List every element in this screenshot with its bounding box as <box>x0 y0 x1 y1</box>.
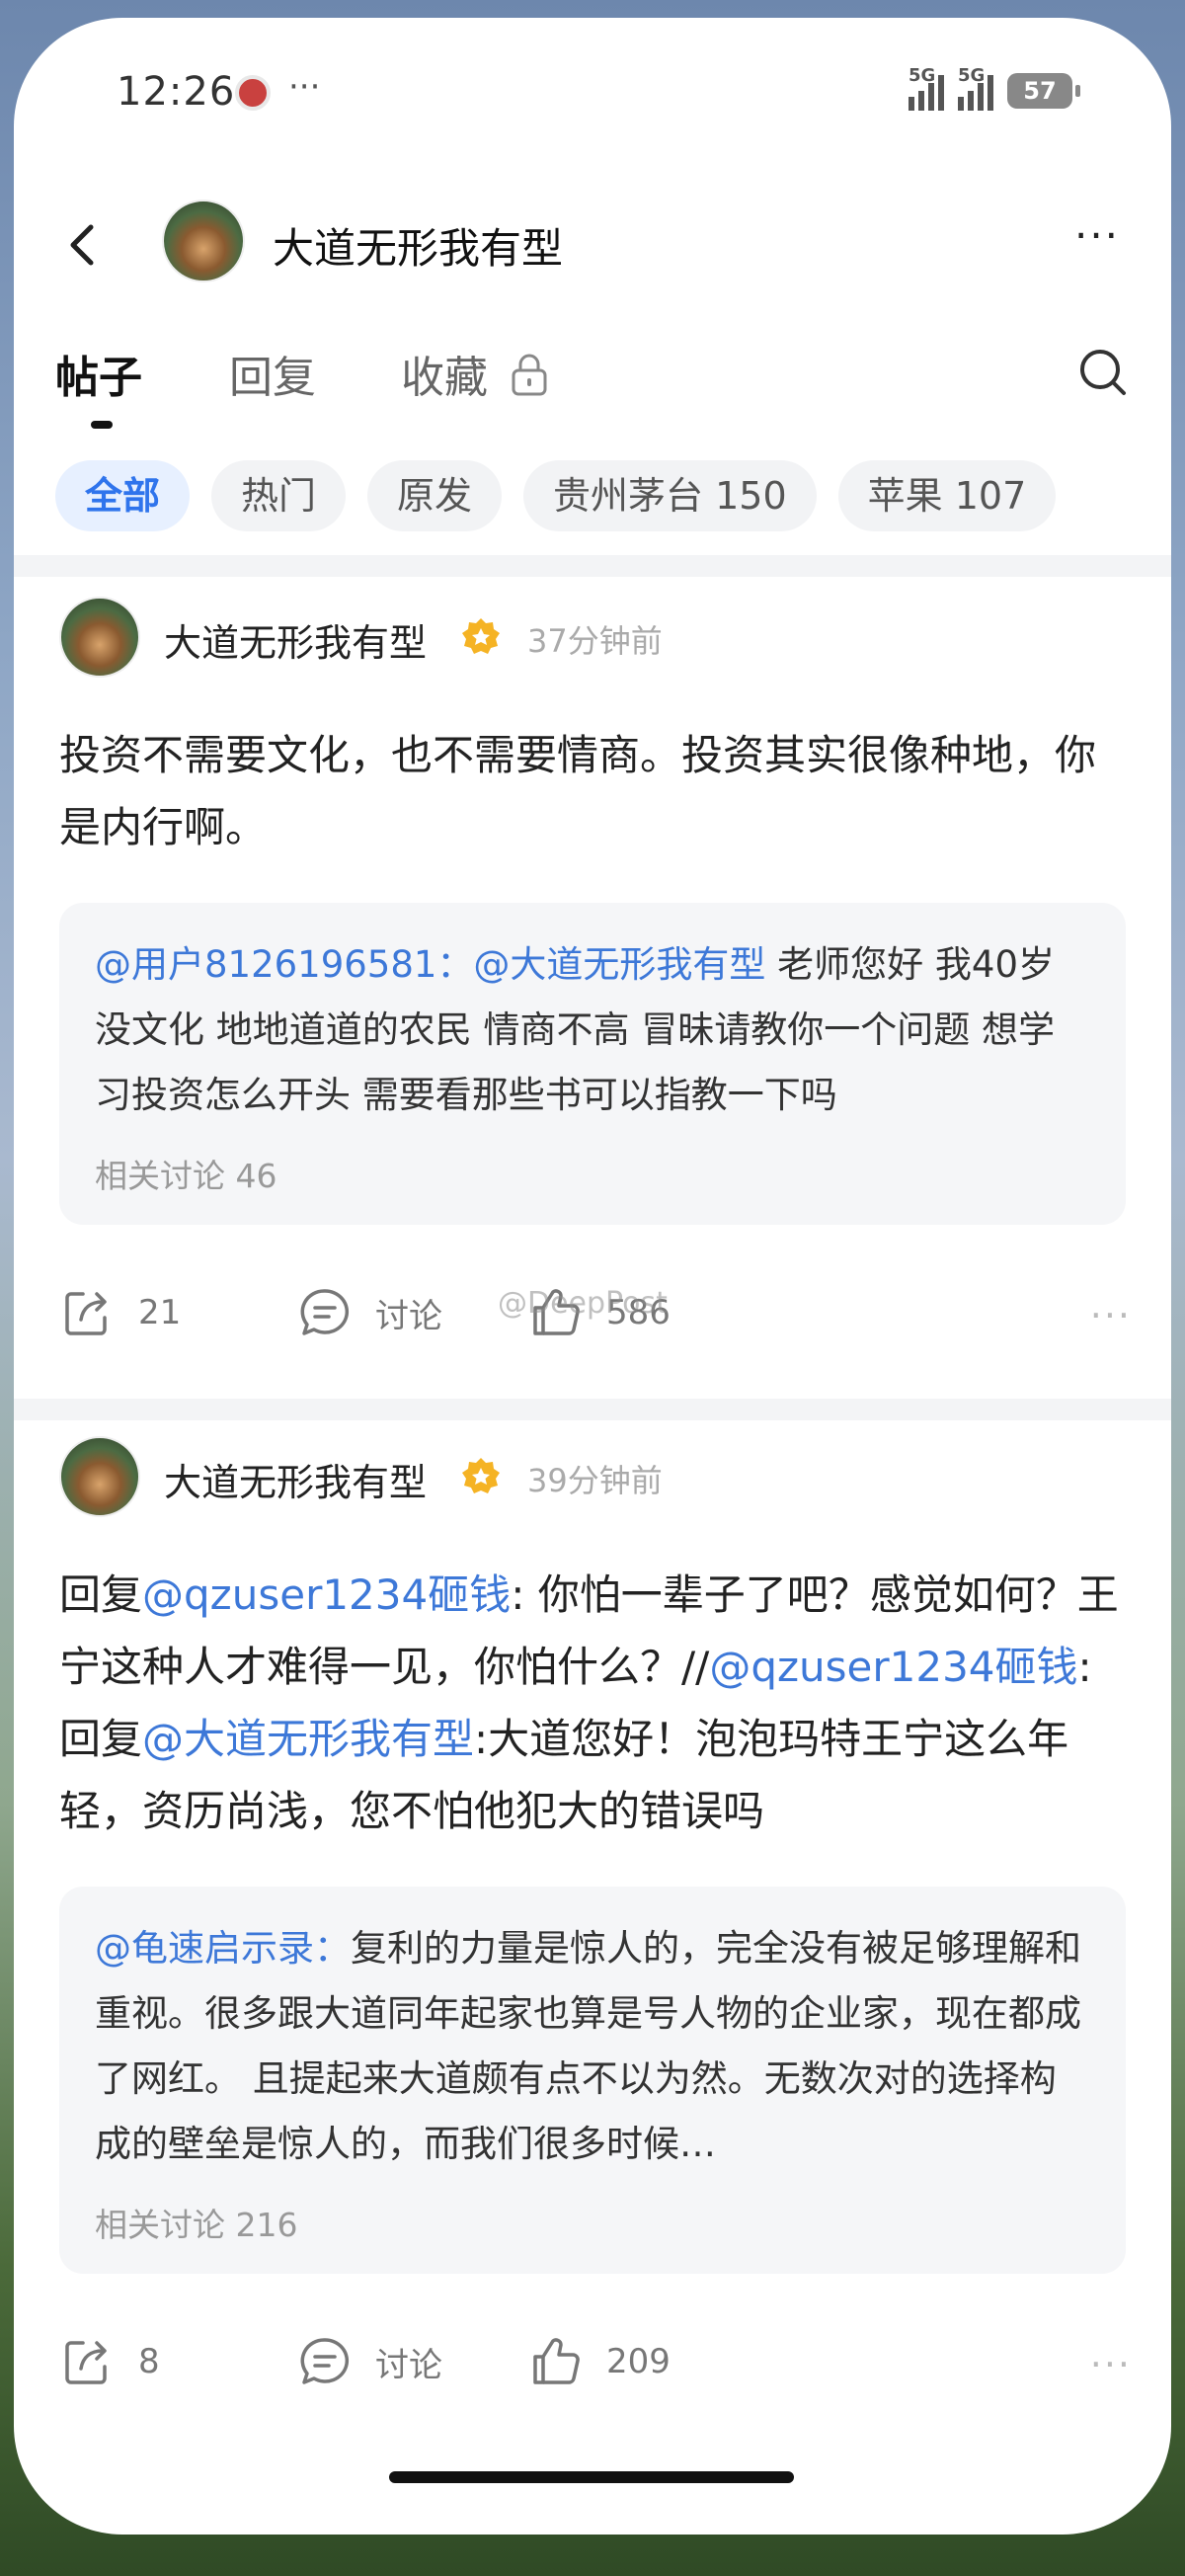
watermark: @DeepPost <box>498 1286 668 1321</box>
post-card[interactable]: 大道无形我有型 37分钟前 投资不需要文化，也不需要情商。投资其实很像种地，你是… <box>14 597 1171 1361</box>
share-count: 21 <box>138 1293 182 1332</box>
post-time: 39分钟前 <box>527 1462 663 1499</box>
avatar[interactable] <box>59 1436 140 1517</box>
chevron-left-icon <box>70 224 94 266</box>
quote-text: @龟速启示录：复利的力量是惊人的，完全没有被足够理解和重视。很多跟大道同年起家也… <box>95 1927 1081 2165</box>
tab-favorites-label: 收藏 <box>401 353 488 403</box>
chip-apple[interactable]: 苹果 107 <box>837 460 1057 531</box>
tab-favorites[interactable]: 收藏 <box>401 342 549 405</box>
post-actions: 8 讨论 209 ··· <box>14 2321 1171 2410</box>
avatar[interactable] <box>59 597 140 678</box>
back-button[interactable] <box>53 215 113 275</box>
tab-bar: 帖子 回复 收藏 <box>14 332 1171 441</box>
status-more-dots: ··· <box>288 67 321 107</box>
verified-badge-icon <box>462 618 500 654</box>
search-icon <box>1080 350 1126 395</box>
signal-icon: 5G <box>908 65 944 111</box>
chip-hot[interactable]: 热门 <box>211 460 347 531</box>
lock-icon <box>512 354 547 396</box>
quoted-post[interactable]: @龟速启示录：复利的力量是惊人的，完全没有被足够理解和重视。很多跟大道同年起家也… <box>59 1887 1126 2274</box>
verified-badge-icon <box>462 1458 500 1493</box>
mention-link[interactable]: @龟速启示录： <box>95 1927 351 1970</box>
notification-app-icon <box>235 75 271 111</box>
mention-link[interactable]: @用户8126196581：@大道无形我有型 <box>95 943 765 986</box>
section-divider <box>14 555 1171 577</box>
share-button[interactable]: 8 <box>59 2333 160 2390</box>
post-author[interactable]: 大道无形我有型 <box>164 612 427 667</box>
thumbs-up-icon <box>533 2338 580 2384</box>
post-card[interactable]: 大道无形我有型 39分钟前 回复@qzuser1234砸钱: 你怕一辈子了吧？感… <box>14 1436 1171 2410</box>
post-more-button[interactable]: ··· <box>1090 2343 1132 2386</box>
quote-text: @用户8126196581：@大道无形我有型 老师您好 我40岁 没文化 地地道… <box>95 943 1056 1116</box>
mention-link[interactable]: @qzuser1234砸钱 <box>709 1643 1077 1691</box>
post-text: 回复@qzuser1234砸钱: 你怕一辈子了吧？感觉如何？王宁这种人才难得一见… <box>59 1570 1119 1835</box>
page-title: 大道无形我有型 <box>273 224 564 273</box>
post-actions: 21 讨论 586 @DeepPost ··· <box>14 1272 1171 1361</box>
tab-underline <box>91 421 113 429</box>
profile-header: 大道无形我有型 ··· <box>14 186 1171 304</box>
phone-screen: 12:26 ··· 5G 5G 57 大道无形我有型 ··· 帖子 回复 收藏 <box>14 18 1171 2535</box>
discuss-button[interactable]: 讨论 <box>296 1284 442 1341</box>
filter-chips: 全部 热门 原发 贵州茅台 150 苹果 107 <box>55 460 1171 535</box>
like-button[interactable]: 209 <box>527 2333 671 2390</box>
tab-replies[interactable]: 回复 <box>229 342 316 405</box>
home-indicator[interactable] <box>389 2471 794 2483</box>
post-text: 投资不需要文化，也不需要情商。投资其实很像种地，你是内行啊。 <box>59 731 1097 851</box>
avatar[interactable] <box>162 200 245 282</box>
comment-icon <box>300 1289 350 1335</box>
search-button[interactable] <box>1072 342 1136 405</box>
mention-link[interactable]: @qzuser1234砸钱 <box>142 1570 511 1619</box>
quoted-post[interactable]: @用户8126196581：@大道无形我有型 老师您好 我40岁 没文化 地地道… <box>59 903 1126 1225</box>
status-bar: 12:26 ··· 5G 5G 57 <box>14 18 1171 166</box>
section-divider <box>14 1399 1171 1420</box>
mention-link[interactable]: @大道无形我有型 <box>142 1715 474 1763</box>
battery-icon: 57 <box>1007 73 1080 109</box>
discuss-button[interactable]: 讨论 <box>296 2333 442 2390</box>
like-count: 209 <box>606 2342 671 2381</box>
share-icon <box>65 2341 107 2384</box>
chip-all[interactable]: 全部 <box>55 460 191 531</box>
discuss-label: 讨论 <box>375 1296 442 1336</box>
post-time: 37分钟前 <box>527 622 663 660</box>
more-options-button[interactable]: ··· <box>1063 211 1132 271</box>
share-count: 8 <box>138 2342 160 2381</box>
post-more-button[interactable]: ··· <box>1090 1294 1132 1337</box>
share-icon <box>65 1292 107 1335</box>
related-discussions[interactable]: 相关讨论 216 <box>95 2199 1090 2246</box>
share-button[interactable]: 21 <box>59 1284 181 1341</box>
status-time: 12:26 <box>117 69 236 115</box>
signal-icon-2: 5G <box>958 65 993 111</box>
related-discussions[interactable]: 相关讨论 46 <box>95 1150 1090 1197</box>
chip-moutai[interactable]: 贵州茅台 150 <box>523 460 817 531</box>
tab-posts[interactable]: 帖子 <box>55 342 142 405</box>
comment-icon <box>300 2338 350 2384</box>
discuss-label: 讨论 <box>375 2345 442 2385</box>
post-author[interactable]: 大道无形我有型 <box>164 1452 427 1506</box>
chip-original[interactable]: 原发 <box>367 460 503 531</box>
